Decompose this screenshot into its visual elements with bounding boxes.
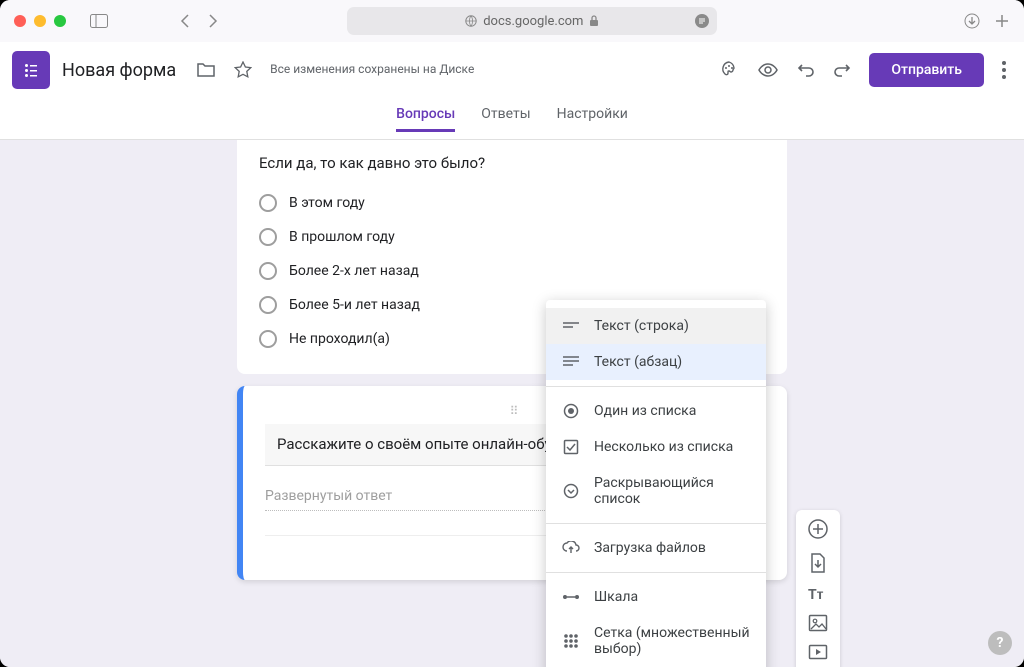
url-text: docs.google.com xyxy=(483,14,583,29)
menu-label: Загрузка файлов xyxy=(594,540,706,556)
sidebar-toggle-icon[interactable] xyxy=(90,14,108,28)
browser-chrome: docs.google.com xyxy=(0,0,1024,42)
menu-label: Сетка (множественный выбор) xyxy=(594,625,750,657)
header-left-icons xyxy=(196,61,252,79)
lock-icon xyxy=(589,15,599,27)
window-maximize[interactable] xyxy=(54,15,66,27)
radio-icon xyxy=(562,403,580,419)
download-icon[interactable] xyxy=(964,13,980,29)
menu-item-dropdown[interactable]: Раскрывающийся список xyxy=(546,465,766,517)
radio-icon xyxy=(259,194,277,212)
question-title: Если да, то как давно это было? xyxy=(259,154,765,172)
radio-label: Более 2-х лет назад xyxy=(289,263,419,279)
site-settings-icon xyxy=(465,15,477,27)
traffic-lights xyxy=(14,15,66,27)
new-tab-icon[interactable] xyxy=(994,13,1010,29)
radio-label: Не проходил(а) xyxy=(289,331,390,347)
menu-item-mc-grid[interactable]: Сетка (множественный выбор) xyxy=(546,615,766,667)
tab-questions[interactable]: Вопросы xyxy=(396,106,455,132)
canvas: Если да, то как давно это было? В этом г… xyxy=(0,140,1024,667)
more-icon[interactable] xyxy=(1002,61,1006,79)
send-button[interactable]: Отправить xyxy=(869,53,984,87)
radio-icon xyxy=(259,330,277,348)
save-status: Все изменения сохранены на Диске xyxy=(270,62,474,78)
forward-icon[interactable] xyxy=(208,13,218,29)
menu-item-short-text[interactable]: Текст (строка) xyxy=(546,308,766,344)
add-image-icon[interactable] xyxy=(808,614,828,632)
scale-icon xyxy=(562,594,580,600)
menu-separator xyxy=(546,386,766,387)
menu-item-linear-scale[interactable]: Шкала xyxy=(546,579,766,615)
redo-icon[interactable] xyxy=(833,62,851,78)
menu-item-file-upload[interactable]: Загрузка файлов xyxy=(546,530,766,566)
menu-separator xyxy=(546,523,766,524)
window-close[interactable] xyxy=(14,15,26,27)
menu-separator xyxy=(546,572,766,573)
menu-label: Шкала xyxy=(594,589,638,605)
address-bar[interactable]: docs.google.com xyxy=(347,7,717,35)
svg-text:Tᴛ: Tᴛ xyxy=(808,587,824,602)
upload-icon xyxy=(562,541,580,555)
tabs: Вопросы Ответы Настройки xyxy=(0,98,1024,140)
radio-icon xyxy=(259,262,277,280)
preview-icon[interactable] xyxy=(757,62,779,78)
undo-icon[interactable] xyxy=(797,62,815,78)
add-question-icon[interactable] xyxy=(807,518,829,540)
menu-label: Один из списка xyxy=(594,403,696,419)
dropdown-icon xyxy=(562,483,580,499)
radio-icon xyxy=(259,228,277,246)
side-toolbar: Tᴛ xyxy=(796,510,840,667)
browser-actions xyxy=(964,13,1010,29)
menu-item-paragraph[interactable]: Текст (абзац) xyxy=(546,344,766,380)
short-text-icon xyxy=(562,321,580,331)
add-video-icon[interactable] xyxy=(808,644,828,660)
window-minimize[interactable] xyxy=(34,15,46,27)
app-header: Новая форма Все изменения сохранены на Д… xyxy=(0,42,1024,98)
menu-item-multiple-choice[interactable]: Один из списка xyxy=(546,393,766,429)
radio-label: В прошлом году xyxy=(289,229,395,245)
question-type-menu: Текст (строка) Текст (абзац) Один из спи… xyxy=(546,300,766,667)
menu-label: Несколько из списка xyxy=(594,439,733,455)
forms-logo-icon[interactable] xyxy=(12,51,50,89)
grid-icon xyxy=(562,634,580,648)
nav-arrows xyxy=(180,13,218,29)
back-icon[interactable] xyxy=(180,13,190,29)
star-icon[interactable] xyxy=(234,61,252,79)
radio-option[interactable]: Более 2-х лет назад xyxy=(259,254,765,288)
radio-label: Более 5-и лет назад xyxy=(289,297,420,313)
menu-label: Раскрывающийся список xyxy=(594,475,750,507)
browser-window: docs.google.com Новая форма Все изменени… xyxy=(0,0,1024,667)
add-title-icon[interactable]: Tᴛ xyxy=(808,586,828,602)
radio-option[interactable]: В этом году xyxy=(259,186,765,220)
header-right-actions: Отправить xyxy=(719,53,1006,87)
tab-responses[interactable]: Ответы xyxy=(481,106,530,132)
menu-label: Текст (абзац) xyxy=(594,354,682,370)
radio-icon xyxy=(259,296,277,314)
menu-label: Текст (строка) xyxy=(594,318,689,334)
form-title[interactable]: Новая форма xyxy=(62,60,176,81)
paragraph-icon xyxy=(562,356,580,368)
import-questions-icon[interactable] xyxy=(809,552,827,574)
menu-item-checkboxes[interactable]: Несколько из списка xyxy=(546,429,766,465)
radio-option[interactable]: В прошлом году xyxy=(259,220,765,254)
tab-settings[interactable]: Настройки xyxy=(557,106,628,132)
move-folder-icon[interactable] xyxy=(196,62,216,78)
theme-icon[interactable] xyxy=(719,60,739,80)
reader-icon[interactable] xyxy=(695,14,709,28)
checkbox-icon xyxy=(562,439,580,455)
help-icon[interactable]: ? xyxy=(988,631,1012,655)
radio-label: В этом году xyxy=(289,195,365,211)
